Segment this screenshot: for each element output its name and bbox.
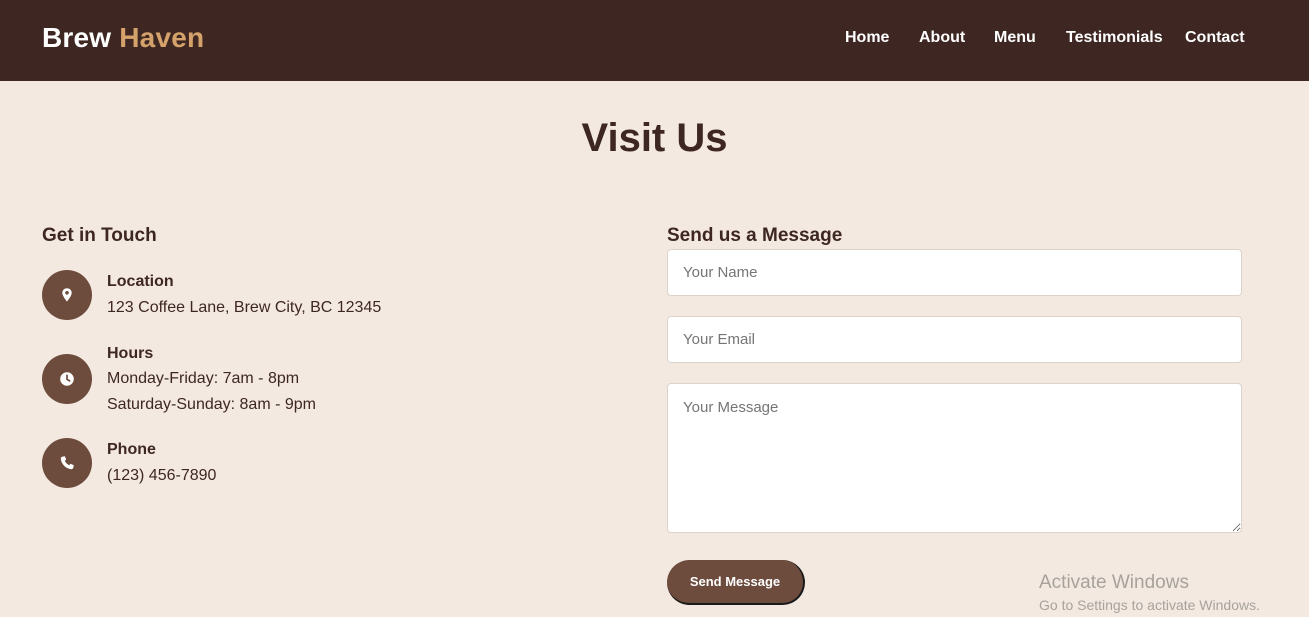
name-input[interactable] <box>667 249 1242 296</box>
location-label: Location <box>107 273 174 290</box>
page-title: Visit Us <box>581 116 728 160</box>
nav-link-contact[interactable]: Contact <box>1185 29 1245 47</box>
get-in-touch-heading: Get in Touch <box>42 225 157 246</box>
nav-link-menu[interactable]: Menu <box>994 29 1036 47</box>
nav-link-testimonials[interactable]: Testimonials <box>1066 29 1163 47</box>
nav-link-about[interactable]: About <box>919 29 965 47</box>
clock-icon <box>42 354 92 404</box>
email-input[interactable] <box>667 316 1242 363</box>
brand-name: Brew <box>42 22 112 53</box>
hours-weekday: Monday-Friday: 7am - 8pm <box>107 370 300 387</box>
send-message-button[interactable]: Send Message <box>667 560 805 605</box>
phone-label: Phone <box>107 441 156 458</box>
activate-windows-subtitle: Go to Settings to activate Windows. <box>1039 597 1260 613</box>
message-textarea[interactable] <box>667 383 1242 533</box>
navbar: Brew Haven Home About Menu Testimonials … <box>0 0 1309 81</box>
hours-label: Hours <box>107 345 154 362</box>
location-address: 123 Coffee Lane, Brew City, BC 12345 <box>107 299 382 316</box>
map-pin-icon <box>42 270 92 320</box>
nav-link-home[interactable]: Home <box>845 29 889 47</box>
hours-weekend: Saturday-Sunday: 8am - 9pm <box>107 396 316 413</box>
brand-accent: Haven <box>119 22 205 53</box>
phone-icon <box>42 438 92 488</box>
activate-windows-title: Activate Windows <box>1039 572 1189 593</box>
phone-number: (123) 456-7890 <box>107 467 217 484</box>
send-message-heading: Send us a Message <box>667 225 843 246</box>
brand-logo[interactable]: Brew Haven <box>42 22 204 54</box>
